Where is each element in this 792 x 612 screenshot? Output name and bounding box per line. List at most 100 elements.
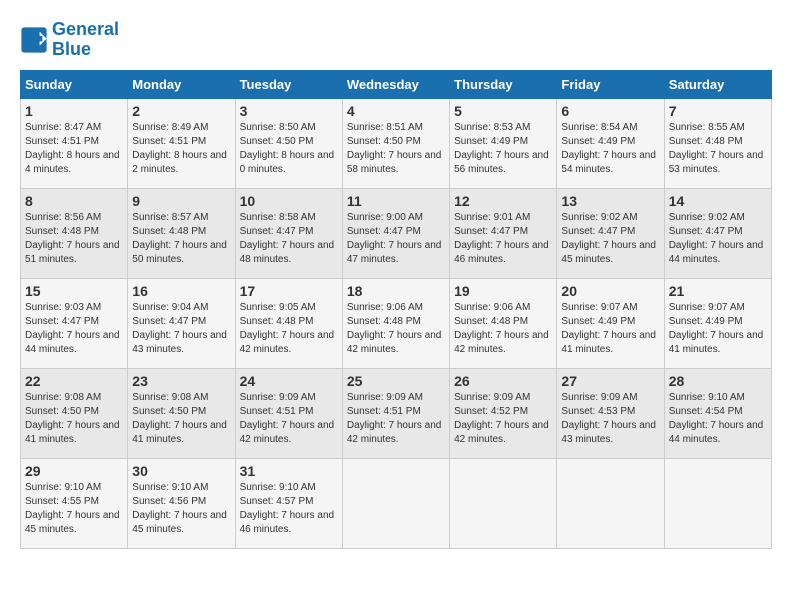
day-info: Sunrise: 8:53 AMSunset: 4:49 PMDaylight:… (454, 121, 552, 177)
calendar-row: 8Sunrise: 8:56 AMSunset: 4:48 PMDaylight… (21, 188, 772, 278)
calendar-header: SundayMondayTuesdayWednesdayThursdayFrid… (21, 70, 772, 98)
page-header: General Blue (20, 20, 772, 60)
day-info: Sunrise: 9:07 AMSunset: 4:49 PMDaylight:… (561, 301, 659, 357)
calendar-cell: 31 Sunrise: 9:10 AMSunset: 4:57 PMDayligh… (235, 458, 342, 548)
calendar-cell: 21 Sunrise: 9:07 AMSunset: 4:49 PMDayligh… (664, 278, 771, 368)
day-number: 2 (132, 103, 230, 119)
logo: General Blue (20, 20, 119, 60)
calendar-cell: 29Sunrise: 9:10 AMSunset: 4:55 PMDayligh… (21, 458, 128, 548)
day-info: Sunrise: 9:09 AMSunset: 4:51 PMDaylight:… (240, 391, 338, 447)
calendar-cell: 8Sunrise: 8:56 AMSunset: 4:48 PMDaylight… (21, 188, 128, 278)
day-number: 21 (669, 283, 767, 299)
header-cell-saturday: Saturday (664, 70, 771, 98)
day-number: 6 (561, 103, 659, 119)
header-cell-tuesday: Tuesday (235, 70, 342, 98)
day-info: Sunrise: 9:06 AMSunset: 4:48 PMDaylight:… (454, 301, 552, 357)
day-number: 20 (561, 283, 659, 299)
day-info: Sunrise: 9:10 AMSunset: 4:56 PMDaylight:… (132, 481, 230, 537)
day-number: 11 (347, 193, 445, 209)
day-info: Sunrise: 8:49 AMSunset: 4:51 PMDaylight:… (132, 121, 230, 177)
day-number: 9 (132, 193, 230, 209)
calendar-cell: 7 Sunrise: 8:55 AMSunset: 4:48 PMDaylight… (664, 98, 771, 188)
day-number: 31 (240, 463, 338, 479)
calendar-cell: 5 Sunrise: 8:53 AMSunset: 4:49 PMDaylight… (450, 98, 557, 188)
day-info: Sunrise: 9:09 AMSunset: 4:51 PMDaylight:… (347, 391, 445, 447)
calendar-body: 1 Sunrise: 8:47 AMSunset: 4:51 PMDaylight… (21, 98, 772, 548)
day-info: Sunrise: 8:55 AMSunset: 4:48 PMDaylight:… (669, 121, 767, 177)
logo-icon (20, 26, 48, 54)
day-info: Sunrise: 8:56 AMSunset: 4:48 PMDaylight:… (25, 211, 123, 267)
day-number: 1 (25, 103, 123, 119)
day-number: 13 (561, 193, 659, 209)
day-info: Sunrise: 8:54 AMSunset: 4:49 PMDaylight:… (561, 121, 659, 177)
day-info: Sunrise: 8:50 AMSunset: 4:50 PMDaylight:… (240, 121, 338, 177)
day-number: 27 (561, 373, 659, 389)
calendar-cell: 1 Sunrise: 8:47 AMSunset: 4:51 PMDaylight… (21, 98, 128, 188)
day-number: 23 (132, 373, 230, 389)
logo-text: General Blue (52, 20, 119, 60)
day-number: 12 (454, 193, 552, 209)
calendar-cell: 4Sunrise: 8:51 AMSunset: 4:50 PMDaylight… (342, 98, 449, 188)
calendar-cell (557, 458, 664, 548)
day-info: Sunrise: 9:07 AMSunset: 4:49 PMDaylight:… (669, 301, 767, 357)
day-info: Sunrise: 9:03 AMSunset: 4:47 PMDaylight:… (25, 301, 123, 357)
day-number: 24 (240, 373, 338, 389)
calendar-cell: 9 Sunrise: 8:57 AMSunset: 4:48 PMDaylight… (128, 188, 235, 278)
day-number: 25 (347, 373, 445, 389)
day-number: 4 (347, 103, 445, 119)
header-cell-friday: Friday (557, 70, 664, 98)
calendar-cell: 23 Sunrise: 9:08 AMSunset: 4:50 PMDayligh… (128, 368, 235, 458)
day-info: Sunrise: 9:09 AMSunset: 4:52 PMDaylight:… (454, 391, 552, 447)
header-cell-monday: Monday (128, 70, 235, 98)
day-number: 29 (25, 463, 123, 479)
calendar-cell: 30 Sunrise: 9:10 AMSunset: 4:56 PMDayligh… (128, 458, 235, 548)
day-number: 15 (25, 283, 123, 299)
day-info: Sunrise: 9:10 AMSunset: 4:57 PMDaylight:… (240, 481, 338, 537)
calendar-cell: 19 Sunrise: 9:06 AMSunset: 4:48 PMDayligh… (450, 278, 557, 368)
day-number: 19 (454, 283, 552, 299)
calendar-cell: 27 Sunrise: 9:09 AMSunset: 4:53 PMDayligh… (557, 368, 664, 458)
day-info: Sunrise: 9:08 AMSunset: 4:50 PMDaylight:… (25, 391, 123, 447)
calendar-cell: 16 Sunrise: 9:04 AMSunset: 4:47 PMDayligh… (128, 278, 235, 368)
day-info: Sunrise: 9:09 AMSunset: 4:53 PMDaylight:… (561, 391, 659, 447)
day-number: 22 (25, 373, 123, 389)
calendar-row: 22 Sunrise: 9:08 AMSunset: 4:50 PMDayligh… (21, 368, 772, 458)
day-number: 16 (132, 283, 230, 299)
calendar-cell: 14 Sunrise: 9:02 AMSunset: 4:47 PMDayligh… (664, 188, 771, 278)
calendar-cell: 2 Sunrise: 8:49 AMSunset: 4:51 PMDaylight… (128, 98, 235, 188)
day-number: 10 (240, 193, 338, 209)
calendar-cell: 17Sunrise: 9:05 AMSunset: 4:48 PMDayligh… (235, 278, 342, 368)
day-number: 17 (240, 283, 338, 299)
day-number: 26 (454, 373, 552, 389)
calendar-cell: 3 Sunrise: 8:50 AMSunset: 4:50 PMDaylight… (235, 98, 342, 188)
day-number: 7 (669, 103, 767, 119)
calendar-cell: 11 Sunrise: 9:00 AMSunset: 4:47 PMDayligh… (342, 188, 449, 278)
day-info: Sunrise: 8:58 AMSunset: 4:47 PMDaylight:… (240, 211, 338, 267)
calendar-cell: 22 Sunrise: 9:08 AMSunset: 4:50 PMDayligh… (21, 368, 128, 458)
calendar-cell: 6 Sunrise: 8:54 AMSunset: 4:49 PMDaylight… (557, 98, 664, 188)
header-cell-wednesday: Wednesday (342, 70, 449, 98)
header-cell-thursday: Thursday (450, 70, 557, 98)
day-number: 18 (347, 283, 445, 299)
day-number: 30 (132, 463, 230, 479)
day-info: Sunrise: 9:10 AMSunset: 4:54 PMDaylight:… (669, 391, 767, 447)
day-number: 3 (240, 103, 338, 119)
calendar-cell (342, 458, 449, 548)
calendar-cell: 25 Sunrise: 9:09 AMSunset: 4:51 PMDayligh… (342, 368, 449, 458)
day-info: Sunrise: 9:00 AMSunset: 4:47 PMDaylight:… (347, 211, 445, 267)
calendar-table: SundayMondayTuesdayWednesdayThursdayFrid… (20, 70, 772, 549)
day-info: Sunrise: 8:47 AMSunset: 4:51 PMDaylight:… (25, 121, 123, 177)
day-info: Sunrise: 9:04 AMSunset: 4:47 PMDaylight:… (132, 301, 230, 357)
calendar-row: 15 Sunrise: 9:03 AMSunset: 4:47 PMDayligh… (21, 278, 772, 368)
day-info: Sunrise: 8:57 AMSunset: 4:48 PMDaylight:… (132, 211, 230, 267)
calendar-cell: 28Sunrise: 9:10 AMSunset: 4:54 PMDayligh… (664, 368, 771, 458)
calendar-row: 1 Sunrise: 8:47 AMSunset: 4:51 PMDaylight… (21, 98, 772, 188)
day-info: Sunrise: 9:08 AMSunset: 4:50 PMDaylight:… (132, 391, 230, 447)
calendar-cell (450, 458, 557, 548)
calendar-cell: 24 Sunrise: 9:09 AMSunset: 4:51 PMDayligh… (235, 368, 342, 458)
day-number: 14 (669, 193, 767, 209)
calendar-cell: 10 Sunrise: 8:58 AMSunset: 4:47 PMDayligh… (235, 188, 342, 278)
calendar-cell (664, 458, 771, 548)
day-number: 5 (454, 103, 552, 119)
day-info: Sunrise: 9:02 AMSunset: 4:47 PMDaylight:… (669, 211, 767, 267)
